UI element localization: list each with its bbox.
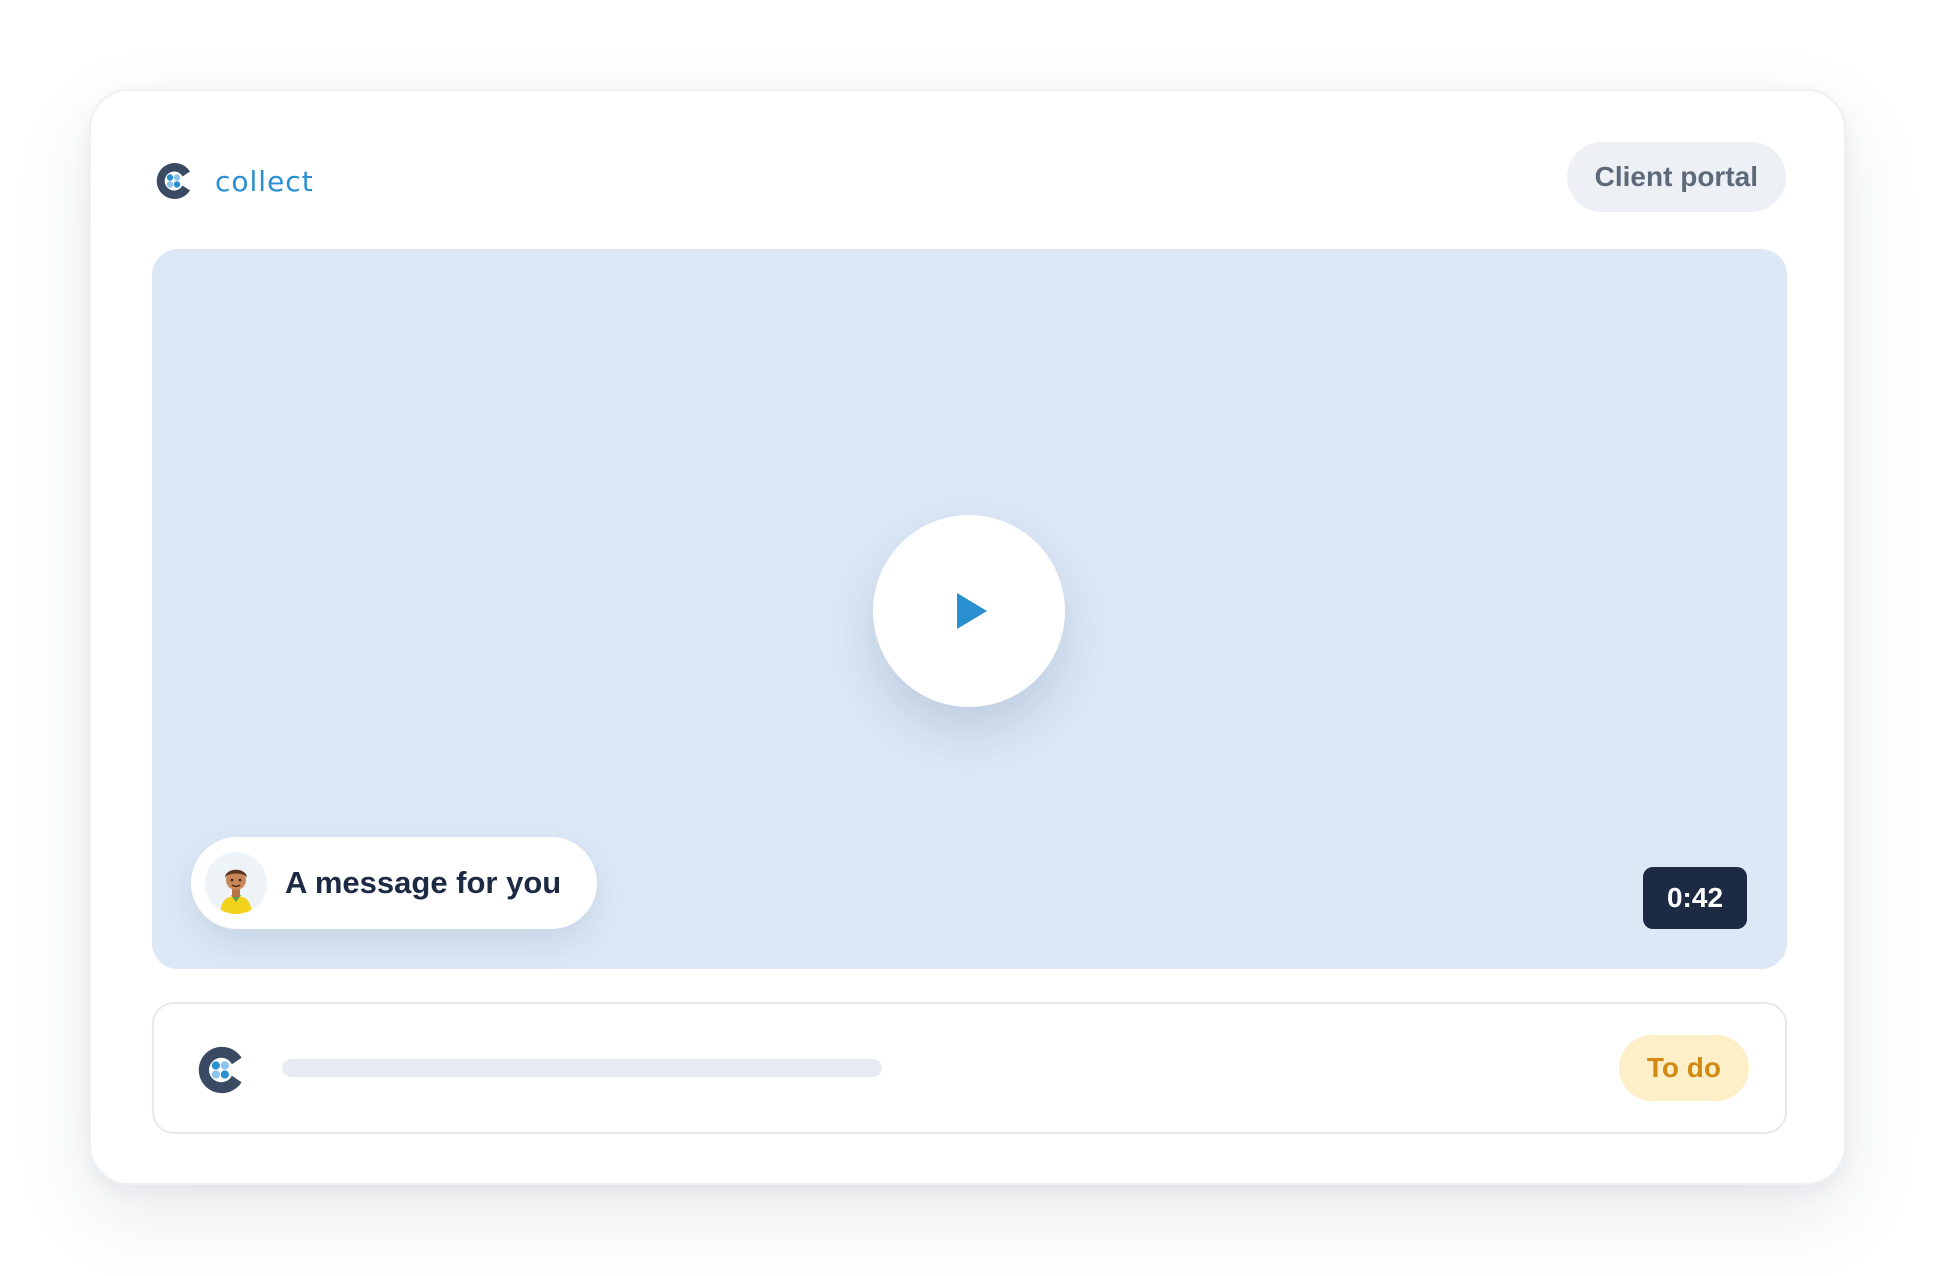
brand-name: collect — [215, 164, 314, 198]
client-portal-button[interactable]: Client portal — [1566, 142, 1786, 212]
play-button[interactable] — [873, 515, 1065, 707]
collect-logo-icon — [156, 163, 190, 199]
message-label: A message for you — [285, 865, 562, 900]
collect-logo-icon — [198, 1046, 242, 1094]
message-label-pill: A message for you — [191, 837, 598, 929]
page-background: collect Client portal A message for you … — [0, 0, 1936, 1276]
brand-logo[interactable]: collect — [153, 159, 314, 203]
play-icon — [957, 593, 987, 629]
person-avatar-icon — [205, 852, 267, 914]
task-title-placeholder — [282, 1059, 882, 1077]
video-player[interactable]: A message for you 0:42 — [152, 249, 1787, 969]
client-portal-card: collect Client portal A message for you … — [89, 89, 1846, 1185]
video-duration-badge: 0:42 — [1643, 867, 1747, 929]
task-row[interactable]: To do — [152, 1002, 1787, 1134]
status-badge[interactable]: To do — [1618, 1035, 1749, 1101]
